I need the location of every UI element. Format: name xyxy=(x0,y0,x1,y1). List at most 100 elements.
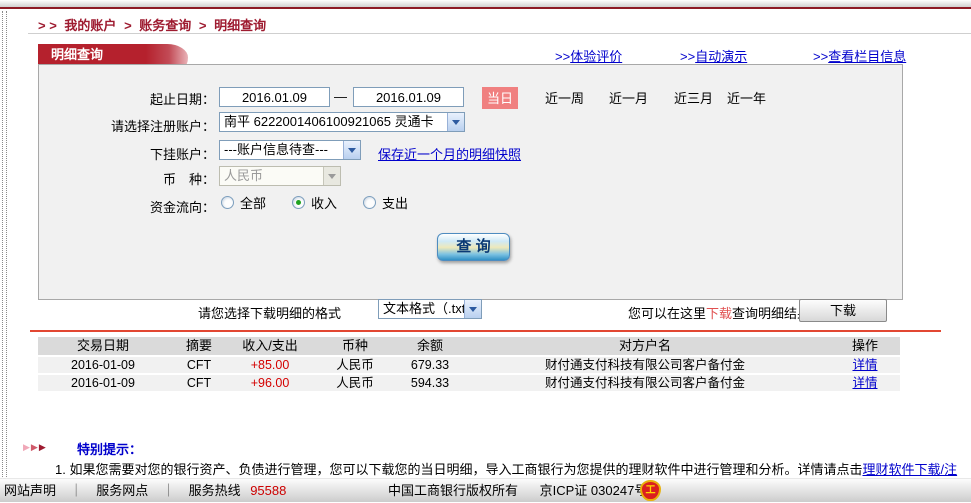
header-summary: 摘要 xyxy=(168,337,230,355)
date-range-label: 起止日期： xyxy=(60,89,215,108)
site-statement-link[interactable]: 网站声明 xyxy=(4,483,56,498)
dropdown-arrow-icon[interactable] xyxy=(343,141,360,159)
date-to-input[interactable] xyxy=(353,87,464,107)
radio-option-income[interactable]: 收入 xyxy=(292,193,337,212)
range-last-month-button[interactable]: 近一月 xyxy=(609,88,648,107)
download-button[interactable]: 下载 xyxy=(799,299,887,322)
download-format-select[interactable]: 文本格式（.txt） xyxy=(378,299,482,319)
transactions-table: 交易日期 摘要 收入/支出 币种 余额 对方户名 操作 2016-01-09 C… xyxy=(38,337,900,391)
dropdown-arrow-icon[interactable] xyxy=(447,113,464,131)
breadcrumb-item-my-account[interactable]: 我的账户 xyxy=(64,18,116,33)
sub-account-label: 下挂账户： xyxy=(60,144,215,163)
sub-account-value: ---账户信息待查--- xyxy=(224,142,328,157)
table-header-row: 交易日期 摘要 收入/支出 币种 余额 对方户名 操作 xyxy=(38,337,900,355)
finance-software-download-link[interactable]: 理财软件下载/注 xyxy=(862,462,957,477)
currency-select-disabled: 人民币 xyxy=(219,166,341,186)
table-row: 2016-01-09 CFT +96.00 人民币 594.33 财付通支付科技… xyxy=(38,375,900,391)
dropdown-arrow-icon[interactable] xyxy=(464,300,481,318)
fund-flow-label: 资金流向： xyxy=(60,197,215,216)
header-currency: 币种 xyxy=(310,337,400,355)
footer-copyright-group: 中国工商银行版权所有 京ICP证 030247号 xyxy=(388,479,647,503)
header-balance: 余额 xyxy=(400,337,460,355)
breadcrumb-separator: > xyxy=(199,18,207,33)
fund-flow-radio-group: 全部 收入 支出 xyxy=(221,193,434,212)
link-label: 自动演示 xyxy=(695,49,747,64)
cell-counterparty: 财付通支付科技有限公司客户备付金 xyxy=(460,357,830,373)
cell-counterparty: 财付通支付科技有限公司客户备付金 xyxy=(460,375,830,391)
dropdown-arrow-icon xyxy=(323,167,340,185)
sub-account-select[interactable]: ---账户信息待查--- xyxy=(219,140,361,160)
registered-account-label: 请选择注册账户： xyxy=(60,116,215,135)
date-from-input[interactable] xyxy=(219,87,330,107)
breadcrumb-prefix: > > xyxy=(38,18,57,33)
range-last-3-months-button[interactable]: 近三月 xyxy=(674,88,713,107)
detail-link[interactable]: 详情 xyxy=(830,357,900,373)
save-monthly-snapshot-link[interactable]: 保存近一个月的明细快照 xyxy=(378,144,521,163)
download-hint-text: 您可以在这里下载查询明细结果 xyxy=(628,303,810,322)
left-dotted-divider xyxy=(2,11,7,477)
breadcrumb-separator: > xyxy=(124,18,132,33)
copyright-text: 中国工商银行版权所有 xyxy=(388,483,518,498)
radio-selected-icon[interactable] xyxy=(292,196,305,209)
link-view-column-info[interactable]: >>查看栏目信息 xyxy=(813,46,906,65)
detail-link[interactable]: 详情 xyxy=(830,375,900,391)
download-format-label: 请您选择下载明细的格式 xyxy=(198,303,341,322)
service-outlets-link[interactable]: 服务网点 xyxy=(96,483,148,498)
link-auto-demo[interactable]: >>自动演示 xyxy=(680,46,747,65)
range-last-year-button[interactable]: 近一年 xyxy=(727,88,766,107)
footer-bar: 网站声明 ｜ 服务网点 ｜ 服务热线 95588 中国工商银行版权所有 京ICP… xyxy=(0,478,971,502)
link-marker: >> xyxy=(680,49,695,64)
footer-left-links: 网站声明 ｜ 服务网点 ｜ 服务热线 95588 xyxy=(4,479,286,503)
link-marker: >> xyxy=(813,49,828,64)
cell-balance: 679.33 xyxy=(400,357,460,373)
radio-option-expense[interactable]: 支出 xyxy=(363,193,408,212)
range-last-week-button[interactable]: 近一周 xyxy=(545,88,584,107)
table-row: 2016-01-09 CFT +85.00 人民币 679.33 财付通支付科技… xyxy=(38,357,900,373)
header-action: 操作 xyxy=(830,337,900,355)
currency-value: 人民币 xyxy=(224,168,263,183)
cell-amount: +85.00 xyxy=(230,357,310,373)
special-notice-line-1: 1. 如果您需要对您的银行资产、负债进行管理，您可以下载您的当日明细，导入工商银… xyxy=(55,459,957,478)
tab-title: 明细查询 xyxy=(38,44,146,66)
link-marker: >> xyxy=(555,49,570,64)
footer-separator: ｜ xyxy=(162,483,175,498)
registered-account-select[interactable]: 南平 6222001406100921065 灵通卡 xyxy=(219,112,465,132)
notice-text: 1. 如果您需要对您的银行资产、负债进行管理，您可以下载您的当日明细，导入工商银… xyxy=(55,462,862,477)
footer-separator: ｜ xyxy=(70,483,83,498)
link-label: 查看栏目信息 xyxy=(828,49,906,64)
icp-license-text: 京ICP证 030247号 xyxy=(540,483,648,498)
radio-label: 支出 xyxy=(382,193,408,212)
radio-option-all[interactable]: 全部 xyxy=(221,193,266,212)
special-notice-title: 特别提示： xyxy=(77,439,142,458)
radio-icon[interactable] xyxy=(221,196,234,209)
breadcrumb-item-account-query[interactable]: 账务查询 xyxy=(139,18,191,33)
header-counterparty: 对方户名 xyxy=(460,337,830,355)
query-button[interactable]: 查 询 xyxy=(437,233,510,261)
tab-tail-decoration xyxy=(146,44,188,66)
cell-summary: CFT xyxy=(168,357,230,373)
cell-currency: 人民币 xyxy=(310,375,400,391)
breadcrumb-divider xyxy=(28,33,971,34)
hotline-label: 服务热线 xyxy=(189,483,241,498)
cell-summary: CFT xyxy=(168,375,230,391)
hint-prefix: 您可以在这里 xyxy=(628,306,706,321)
window-top-bar xyxy=(0,0,971,9)
cell-amount: +96.00 xyxy=(230,375,310,391)
cell-date: 2016-01-09 xyxy=(38,357,168,373)
registered-account-value: 南平 6222001406100921065 灵通卡 xyxy=(224,114,434,129)
hint-download-word: 下载 xyxy=(706,306,732,321)
header-date: 交易日期 xyxy=(38,337,168,355)
section-divider-red xyxy=(30,330,941,332)
cell-date: 2016-01-09 xyxy=(38,375,168,391)
cell-balance: 594.33 xyxy=(400,375,460,391)
date-separator: — xyxy=(334,89,347,104)
link-experience-rating[interactable]: >>体验评价 xyxy=(555,46,622,65)
cell-currency: 人民币 xyxy=(310,357,400,373)
currency-label: 币 种： xyxy=(60,169,215,188)
radio-label: 收入 xyxy=(311,193,337,212)
range-today-button[interactable]: 当日 xyxy=(482,87,518,109)
breadcrumb-item-detail-query[interactable]: 明细查询 xyxy=(214,18,266,33)
link-label: 体验评价 xyxy=(570,49,622,64)
radio-icon[interactable] xyxy=(363,196,376,209)
breadcrumb: > > 我的账户 > 账务查询 > 明细查询 xyxy=(38,15,270,34)
